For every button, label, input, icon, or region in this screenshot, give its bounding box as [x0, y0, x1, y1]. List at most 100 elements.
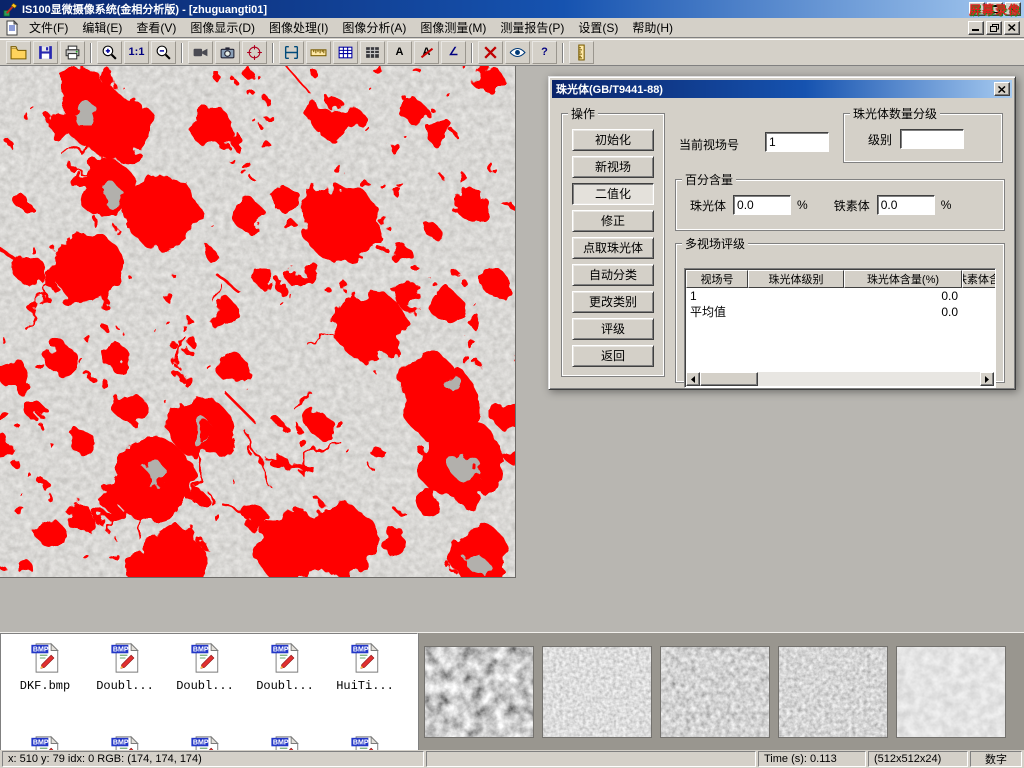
menu-item-view[interactable]: 查看(V) [129, 17, 183, 38]
op-grade-button[interactable]: 评级 [572, 318, 654, 340]
thumbnail-3[interactable] [661, 647, 769, 737]
bmp-icon-wrap: BMP [189, 735, 222, 751]
dialog-titlebar[interactable]: 珠光体(GB/T9441-88) [552, 80, 1012, 98]
current-field-input[interactable] [765, 132, 829, 152]
level-label: 级别 [868, 131, 892, 148]
multi-field-table[interactable]: 视场号珠光体级别珠光体含量(%)铁素体含量(%) 10.0平均值0.0 [684, 268, 996, 388]
metallographic-image[interactable] [0, 66, 516, 578]
table-column-header-0[interactable]: 视场号 [686, 270, 748, 288]
mdi-window-buttons [968, 21, 1022, 35]
menu-item-file[interactable]: 文件(F) [22, 17, 75, 38]
toolbar-text-annotation-off-button[interactable]: A [414, 41, 439, 64]
op-auto-classify-button[interactable]: 自动分类 [572, 264, 654, 286]
thumbnail-1[interactable] [425, 647, 533, 737]
toolbar-camera-capture-button[interactable] [215, 41, 240, 64]
svg-text:BMP: BMP [112, 647, 128, 654]
ferrite-percent-input[interactable] [877, 195, 935, 215]
scrollbar-thumb[interactable] [700, 372, 758, 386]
table-row[interactable]: 10.0 [686, 288, 995, 304]
svg-text:BMP: BMP [192, 647, 208, 654]
file-item-3[interactable]: BMPDoubl... [247, 642, 323, 693]
file-item-1[interactable]: BMPDoubl... [87, 642, 163, 693]
pearlite-percent-input[interactable] [733, 195, 791, 215]
op-correct-button[interactable]: 修正 [572, 210, 654, 232]
scrollbar-track[interactable] [758, 372, 980, 386]
file-item-0[interactable]: BMPDKF.bmp [7, 642, 83, 693]
bmp-icon-wrap: BMP [349, 642, 382, 677]
scroll-right-button[interactable] [980, 372, 994, 386]
toolbar-help-button[interactable]: ? [532, 41, 557, 64]
op-pick-pearlite-button[interactable]: 点取珠光体 [572, 237, 654, 259]
file-item-4[interactable]: BMPHuiTi... [327, 642, 403, 693]
menu-item-measure-report[interactable]: 测量报告(P) [493, 17, 571, 38]
toolbar-vertical-ruler-button[interactable] [569, 41, 594, 64]
op-new-field-button[interactable]: 新视场 [572, 156, 654, 178]
toolbar-calibration-target-button[interactable] [242, 41, 267, 64]
table-row[interactable]: 平均值0.0 [686, 304, 995, 320]
file-browser[interactable]: BMPDKF.bmpBMPDoubl...BMPDoubl...BMPDoubl… [0, 633, 418, 751]
file-item-hidden-0[interactable]: BMP [7, 735, 83, 751]
file-item-hidden-3[interactable]: BMP [247, 735, 323, 751]
angle-measure-icon: ∠ [449, 47, 459, 58]
menu-item-image-measure[interactable]: 图像测量(M) [413, 17, 493, 38]
menu-item-edit[interactable]: 编辑(E) [75, 17, 129, 38]
table-column-header-1[interactable]: 珠光体级别 [748, 270, 844, 288]
bmp-file-icon: BMP [109, 735, 142, 751]
open-icon [10, 44, 27, 61]
menu-item-image-analysis[interactable]: 图像分析(A) [335, 17, 413, 38]
mdi-close-button[interactable] [1004, 21, 1020, 35]
level-input[interactable] [900, 129, 964, 149]
thumbnail-4[interactable] [779, 647, 887, 737]
menu-item-image-display[interactable]: 图像显示(D) [183, 17, 262, 38]
toolbar-zoom-out-button[interactable] [151, 41, 176, 64]
bmp-file-icon: BMP [269, 642, 302, 674]
thumbnail-5[interactable] [897, 647, 1005, 737]
toolbar-angle-measure-button[interactable]: ∠ [441, 41, 466, 64]
window-titlebar[interactable]: IS100显微摄像系统(金相分析版) - [zhuguangti01] [0, 0, 1024, 18]
dialog-close-button[interactable] [994, 82, 1010, 96]
menu-item-help[interactable]: 帮助(H) [625, 17, 680, 38]
op-return-button[interactable]: 返回 [572, 345, 654, 367]
table-column-header-2[interactable]: 珠光体含量(%) [844, 270, 962, 288]
multi-field-group-label: 多视场评级 [682, 235, 748, 252]
file-item-2[interactable]: BMPDoubl... [167, 642, 243, 693]
menu-item-image-process[interactable]: 图像处理(I) [262, 17, 335, 38]
file-item-hidden-4[interactable]: BMP [327, 735, 403, 751]
toolbar-measure-ruler-button[interactable] [306, 41, 331, 64]
file-item-hidden-1[interactable]: BMP [87, 735, 163, 751]
actual-size-icon: 1:1 [129, 47, 145, 58]
svg-text:BMP: BMP [32, 647, 48, 654]
table-horizontal-scrollbar[interactable] [686, 372, 994, 386]
op-initialize-button[interactable]: 初始化 [572, 129, 654, 151]
save-icon [37, 44, 54, 61]
text-annotation-off-icon: A [423, 47, 431, 58]
bmp-icon-wrap: BMP [109, 642, 142, 677]
menu-item-settings[interactable]: 设置(S) [571, 17, 625, 38]
toolbar-grid-overlay-button[interactable] [360, 41, 385, 64]
toolbar-save-button[interactable] [33, 41, 58, 64]
mdi-document-icon[interactable] [4, 20, 20, 35]
op-change-class-button[interactable]: 更改类别 [572, 291, 654, 313]
toolbar-actual-size-button[interactable]: 1:1 [124, 41, 149, 64]
thumbnail-2[interactable] [543, 647, 651, 737]
toolbar-text-annotation-button[interactable]: A [387, 41, 412, 64]
toolbar-data-table-button[interactable] [333, 41, 358, 64]
table-column-header-3[interactable]: 铁素体含量(%) [962, 270, 995, 288]
multi-field-group: 多视场评级 视场号珠光体级别珠光体含量(%)铁素体含量(%) 10.0平均值0.… [675, 235, 1005, 383]
toolbar-open-button[interactable] [6, 41, 31, 64]
scroll-left-button[interactable] [686, 372, 700, 386]
toolbar-measure-caliper-button[interactable] [279, 41, 304, 64]
toolbar-delete-selection-button[interactable] [478, 41, 503, 64]
mdi-minimize-button[interactable] [968, 21, 984, 35]
file-item-hidden-2[interactable]: BMP [167, 735, 243, 751]
toolbar-print-button[interactable] [60, 41, 85, 64]
toolbar-video-capture-button[interactable] [188, 41, 213, 64]
table-cell: 1 [686, 288, 748, 304]
toolbar-zoom-in-button[interactable] [97, 41, 122, 64]
bmp-icon-wrap: BMP [269, 735, 302, 751]
toolbar-preview-eye-button[interactable] [505, 41, 530, 64]
op-binarize-button[interactable]: 二值化 [572, 183, 654, 205]
mdi-restore-button[interactable] [986, 21, 1002, 35]
toolbar-separator [471, 43, 473, 63]
bmp-icon-wrap: BMP [29, 642, 62, 677]
